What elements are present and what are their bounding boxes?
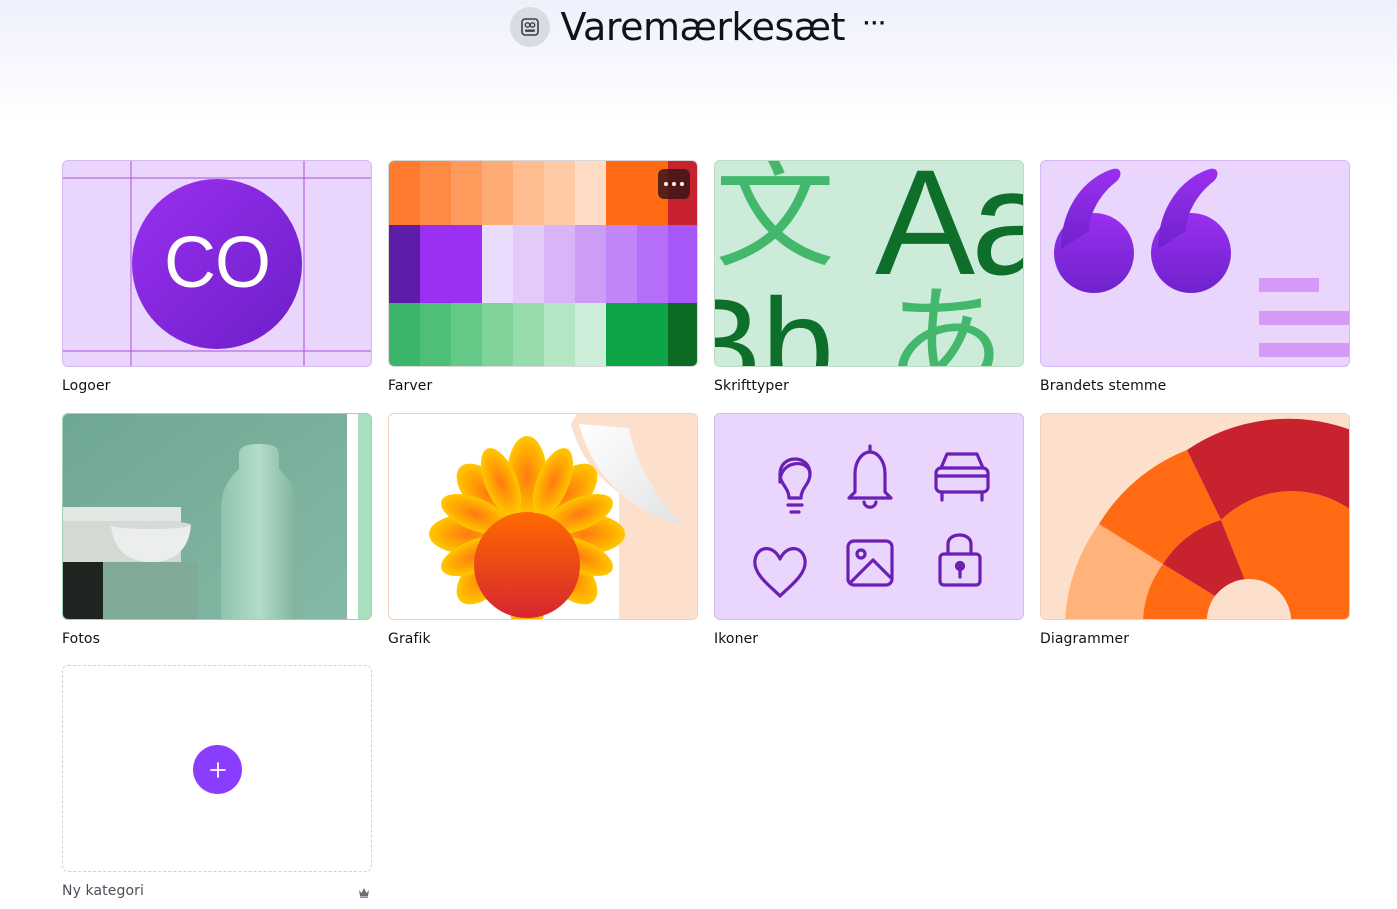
- font-glyph-wen: 文: [715, 160, 835, 285]
- category-label: Grafik: [388, 631, 431, 647]
- category-card-charts[interactable]: Diagrammer: [1040, 413, 1350, 647]
- icon-set-illustration: [753, 444, 990, 598]
- new-category-card[interactable]: Ny kategori: [62, 665, 372, 899]
- category-thumbnail-charts[interactable]: [1040, 413, 1350, 620]
- page-title: Varemærkesæt: [560, 5, 845, 49]
- color-palette-illustration: [389, 161, 697, 366]
- category-label: Diagrammer: [1040, 631, 1130, 647]
- category-thumbnail-colors[interactable]: [388, 160, 698, 367]
- category-label: Fotos: [62, 631, 100, 647]
- category-thumbnail-fonts[interactable]: 文 Aa Bb あ: [714, 160, 1024, 367]
- category-thumbnail-graphics[interactable]: [388, 413, 698, 620]
- logo-text: CO: [164, 223, 271, 303]
- category-card-icons[interactable]: Ikoner: [714, 413, 1024, 647]
- bell-icon: [847, 444, 893, 509]
- category-card-photos[interactable]: Fotos: [62, 413, 372, 647]
- image-icon: [846, 539, 894, 587]
- heart-icon: [753, 547, 807, 598]
- font-glyph-a-hiragana: あ: [885, 274, 1005, 367]
- lock-icon: [938, 533, 982, 587]
- brand-kit-icon[interactable]: [510, 7, 551, 47]
- category-label: Brandets stemme: [1040, 378, 1167, 394]
- more-horizontal-icon[interactable]: ···: [863, 15, 887, 39]
- font-glyph-bb: Bb: [715, 271, 835, 367]
- category-label: Logoer: [62, 378, 111, 394]
- category-label: Skrifttyper: [714, 378, 789, 394]
- photo-illustration: [63, 414, 371, 619]
- crown-icon: [358, 883, 370, 902]
- page-header: Varemærkesæt ···: [0, 0, 1397, 54]
- category-thumbnail-photos[interactable]: [62, 413, 372, 620]
- category-card-colors[interactable]: Farver: [388, 160, 698, 394]
- card-more-button[interactable]: [658, 169, 690, 199]
- car-icon: [934, 452, 990, 502]
- category-card-fonts[interactable]: 文 Aa Bb あ Skrifttyper: [714, 160, 1024, 394]
- category-label: Ikoner: [714, 631, 759, 647]
- new-category-label: Ny kategori: [62, 883, 144, 899]
- quote-illustration: [1054, 168, 1349, 357]
- category-card-logos[interactable]: CO Logoer: [62, 160, 372, 394]
- category-thumbnail-icons[interactable]: [714, 413, 1024, 620]
- new-category-tile[interactable]: [62, 665, 372, 872]
- lightbulb-icon: [778, 457, 812, 514]
- category-label: Farver: [388, 378, 433, 394]
- category-card-graphics[interactable]: Grafik: [388, 413, 698, 647]
- flower-illustration: [389, 414, 697, 619]
- category-card-brand-voice[interactable]: Brandets stemme: [1040, 160, 1350, 394]
- category-thumbnail-brand-voice[interactable]: [1040, 160, 1350, 367]
- donut-chart-illustration: [1065, 418, 1349, 619]
- category-thumbnail-logos[interactable]: CO: [62, 160, 372, 367]
- plus-icon[interactable]: [193, 745, 242, 794]
